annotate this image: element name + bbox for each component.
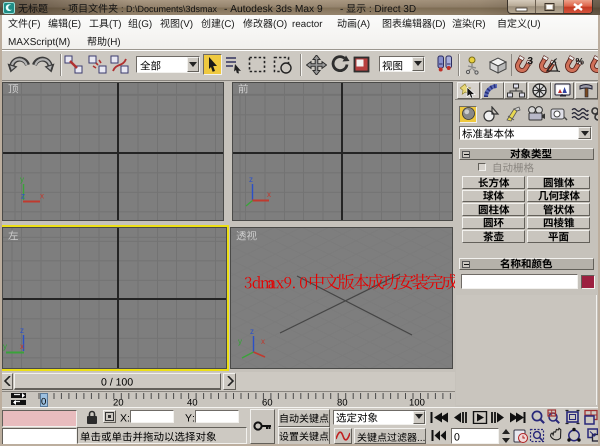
svg-text:z: z [20, 327, 24, 335]
svg-text:z: z [249, 176, 253, 184]
svg-text:%: % [576, 57, 585, 68]
svg-text:x: x [267, 190, 271, 199]
svg-text:x: x [40, 192, 44, 201]
svg-text:3: 3 [528, 56, 534, 67]
svg-text:z: z [21, 192, 25, 201]
svg-text:y: y [238, 337, 242, 346]
svg-text:z: z [250, 327, 254, 336]
svg-text:y: y [3, 342, 7, 351]
svg-text:y: y [20, 176, 24, 184]
svg-text:x: x [20, 342, 24, 351]
svg-text:x: x [261, 337, 265, 346]
